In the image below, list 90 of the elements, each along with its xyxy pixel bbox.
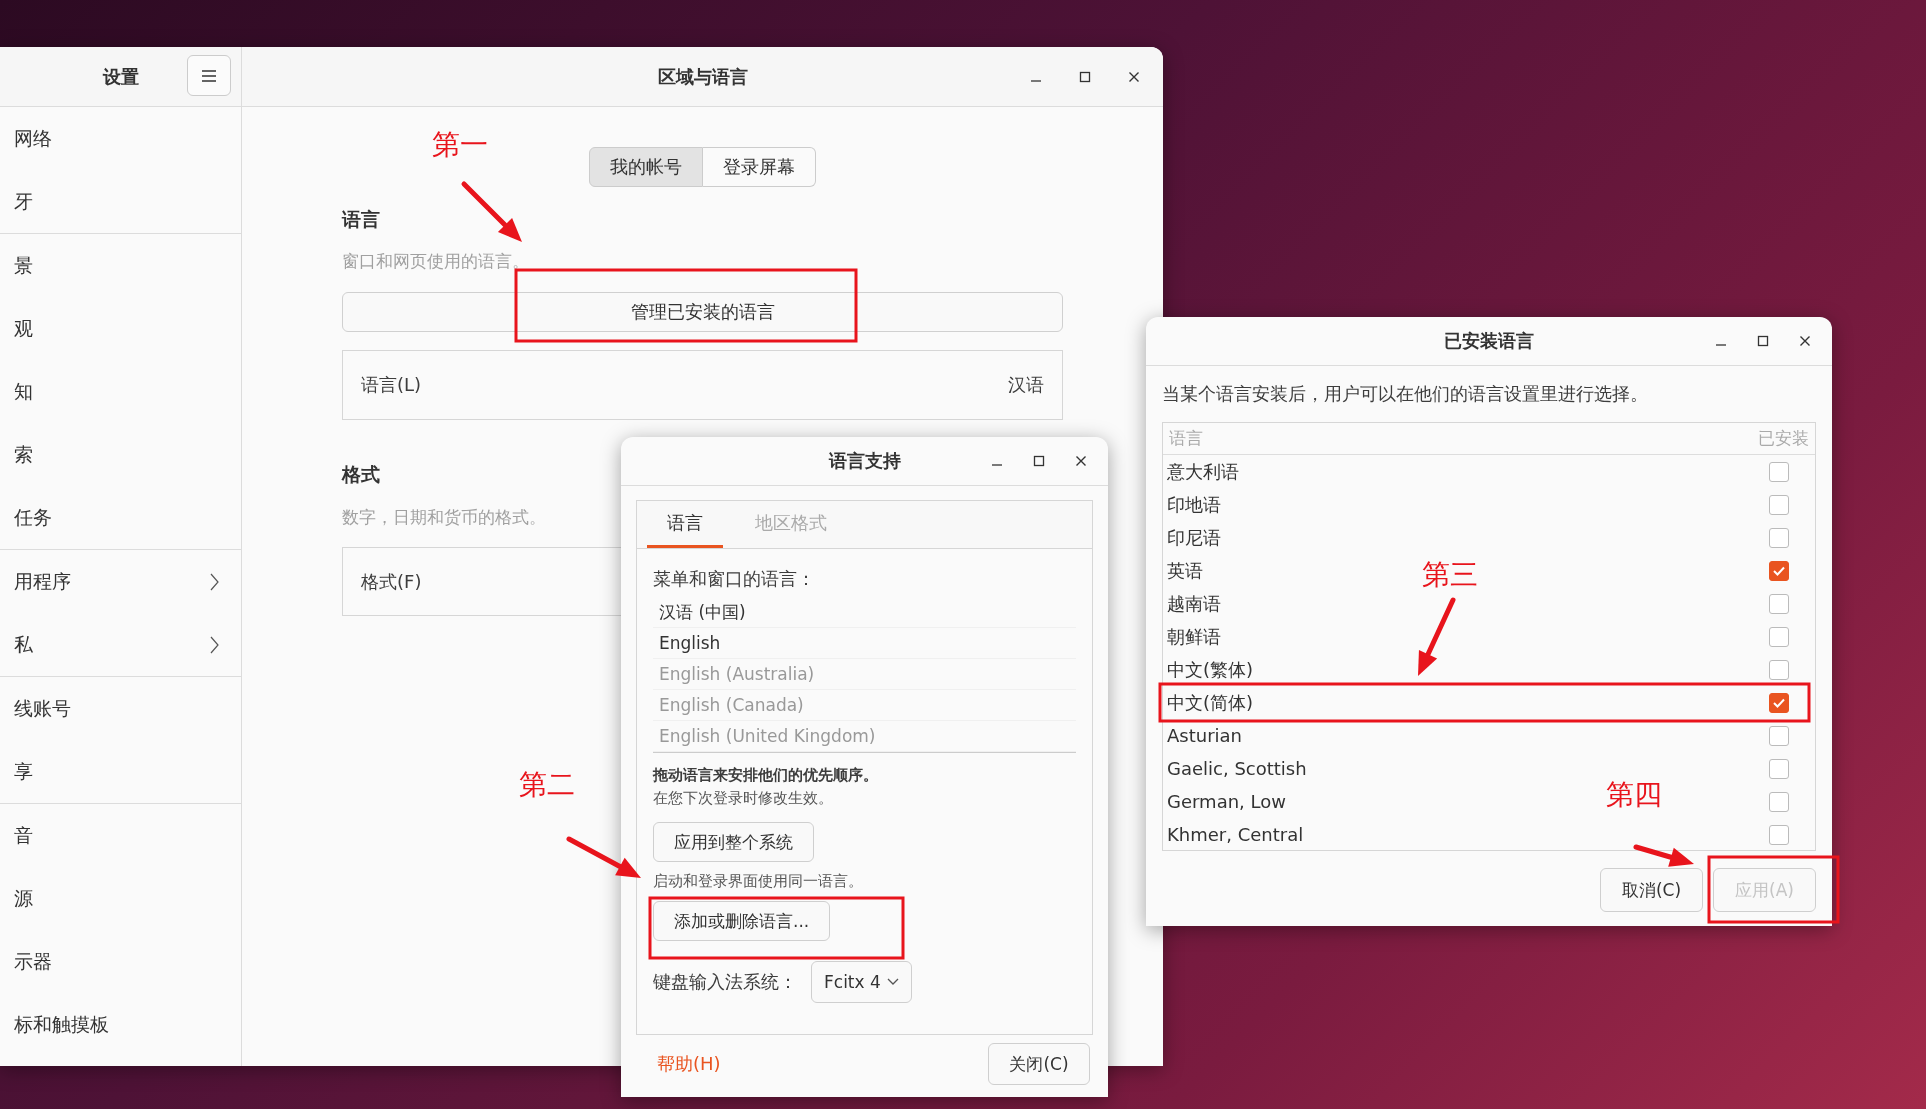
apply-system-button[interactable]: 应用到整个系统	[653, 822, 814, 862]
close-icon[interactable]	[1074, 454, 1088, 468]
hint-text: 拖动语言来安排他们的优先顺序。	[653, 766, 878, 785]
table-cell: 意大利语	[1167, 459, 1239, 484]
annotation-label: 第一	[432, 128, 488, 162]
sidebar-item[interactable]: 线账号	[0, 677, 241, 740]
chevron-right-icon	[210, 572, 219, 591]
list-label: 菜单和窗口的语言：	[653, 567, 815, 591]
close-icon[interactable]	[1798, 334, 1812, 348]
manage-languages-button[interactable]: 管理已安装的语言	[342, 292, 1063, 332]
checkbox[interactable]	[1769, 758, 1789, 779]
maximize-icon[interactable]	[1756, 334, 1770, 348]
checkmark-icon	[1773, 565, 1785, 576]
checkbox[interactable]	[1769, 692, 1789, 713]
table-cell: Asturian	[1167, 725, 1242, 746]
tab[interactable]: 语言	[647, 501, 723, 548]
table-cell: Gaelic, Scottish	[1167, 758, 1307, 779]
sidebar-item[interactable]: 景	[0, 234, 241, 297]
checkbox[interactable]	[1769, 626, 1789, 647]
annotation-arrow	[461, 181, 522, 242]
dialog-button[interactable]: 取消(C)	[1600, 868, 1703, 912]
sidebar-item[interactable]: 源	[0, 867, 241, 930]
maximize-icon[interactable]	[1032, 454, 1046, 468]
help-link[interactable]: 帮助(H)	[637, 1052, 721, 1076]
table-cell: 中文(繁体)	[1167, 657, 1254, 682]
language-list-item[interactable]: English	[653, 628, 1076, 659]
section-description: 数字，日期和货币的格式。	[342, 506, 546, 529]
input-method-dropdown[interactable]: Fcitx 4	[811, 961, 912, 1003]
sidebar-item[interactable]: 牙	[0, 170, 241, 233]
row-label: 格式(F)	[361, 569, 422, 594]
annotation-arrow	[1633, 844, 1694, 867]
checkbox[interactable]	[1769, 527, 1789, 548]
table-cell: 朝鲜语	[1167, 624, 1221, 649]
column-header: 已安装	[1758, 427, 1809, 450]
checkbox[interactable]	[1769, 494, 1789, 515]
chevron-right-icon	[210, 635, 219, 654]
language-list-item[interactable]: 汉语 (中国)	[653, 597, 1076, 628]
checkbox[interactable]	[1769, 461, 1789, 482]
checkbox[interactable]	[1769, 593, 1789, 614]
checkbox[interactable]	[1769, 725, 1789, 746]
menu-icon	[201, 68, 217, 83]
hint-text: 在您下次登录时修改生效。	[653, 789, 833, 808]
checkbox[interactable]	[1769, 659, 1789, 680]
close-icon[interactable]	[1127, 69, 1141, 84]
row-label: 语言(L)	[361, 373, 422, 397]
section-heading: 语言	[342, 207, 380, 231]
table-cell: Khmer, Central	[1167, 824, 1304, 845]
table-cell: 越南语	[1167, 591, 1221, 616]
dialog-title: 语言支持	[828, 449, 901, 473]
section-description: 窗口和网页使用的语言。	[342, 250, 529, 273]
checkmark-icon	[1773, 697, 1785, 708]
sidebar-item[interactable]: 享	[0, 740, 241, 803]
dialog-title: 已安装语言	[1444, 329, 1534, 353]
add-remove-languages-button[interactable]: 添加或删除语言...	[653, 901, 831, 941]
input-method-label: 键盘输入法系统：	[653, 970, 797, 994]
sidebar-item[interactable]: 索	[0, 423, 241, 486]
checkbox[interactable]	[1769, 824, 1789, 845]
sidebar-title: 设置	[102, 64, 139, 89]
row-value: 汉语	[1008, 373, 1044, 397]
annotation-label: 第四	[1606, 778, 1662, 812]
menu-button[interactable]	[187, 55, 231, 96]
table-cell: 印尼语	[1167, 525, 1221, 550]
language-row[interactable]: 语言(L) 汉语	[342, 350, 1063, 420]
annotation-label: 第二	[519, 768, 575, 802]
sidebar-item[interactable]: 任务	[0, 486, 241, 549]
table-cell: German, Low	[1167, 791, 1286, 812]
sidebar-item[interactable]: 音	[0, 804, 241, 867]
table-cell: 英语	[1167, 558, 1203, 583]
table-cell: 中文(简体)	[1167, 690, 1254, 715]
annotation-label: 第三	[1422, 558, 1478, 592]
sidebar-item[interactable]: 私	[0, 613, 241, 676]
sidebar-item[interactable]: 观	[0, 297, 241, 360]
column-header: 语言	[1169, 427, 1203, 450]
close-button[interactable]: 关闭(C)	[988, 1043, 1090, 1085]
sidebar-item[interactable]: 网络	[0, 107, 241, 170]
dialog-description: 当某个语言安装后，用户可以在他们的语言设置里进行选择。	[1162, 382, 1649, 406]
segment-tab[interactable]: 我的帐号	[589, 147, 703, 187]
section-heading: 格式	[342, 462, 380, 486]
maximize-icon[interactable]	[1078, 69, 1092, 84]
chevron-down-icon	[886, 978, 899, 986]
table-cell: 印地语	[1167, 492, 1221, 517]
sidebar-item[interactable]: 知	[0, 360, 241, 423]
note-text: 启动和登录界面使用同一语言。	[653, 872, 863, 891]
sidebar-item[interactable]: 标和触摸板	[0, 993, 241, 1056]
window-title: 区域与语言	[657, 64, 748, 89]
checkbox[interactable]	[1769, 560, 1789, 581]
sidebar-item[interactable]: 示器	[0, 930, 241, 993]
sidebar-item[interactable]: 用程序	[0, 550, 241, 613]
segment-tab[interactable]: 登录屏幕	[703, 147, 816, 187]
checkbox[interactable]	[1769, 791, 1789, 812]
